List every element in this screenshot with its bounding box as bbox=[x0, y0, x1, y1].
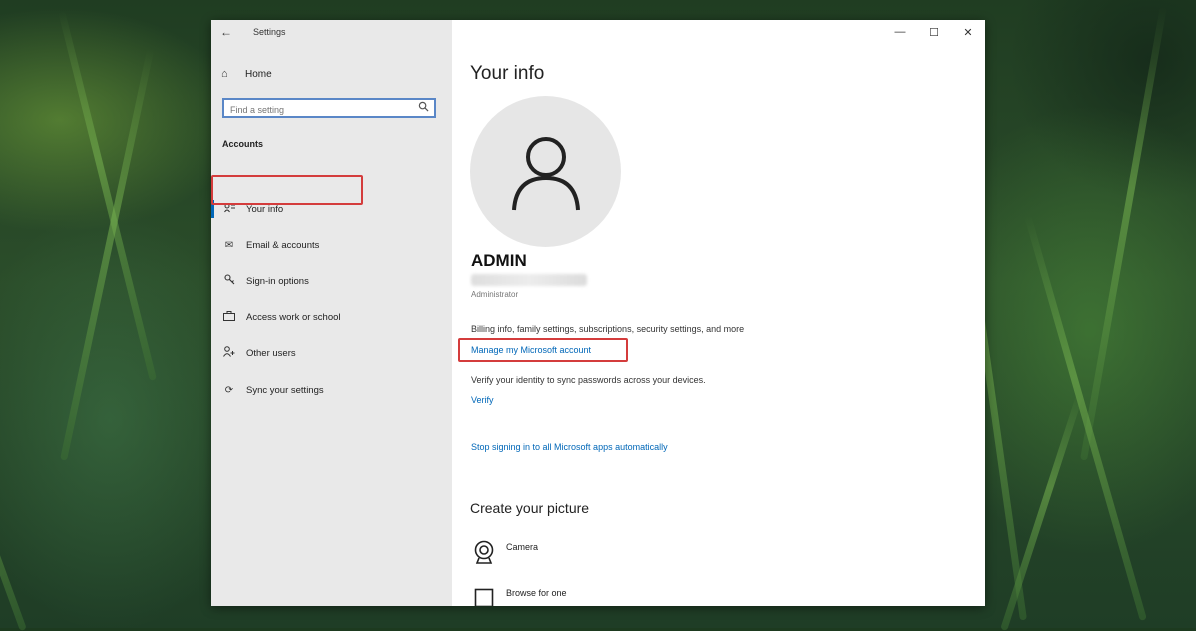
sync-icon: ⟳ bbox=[224, 384, 234, 396]
verify-link[interactable]: Verify bbox=[471, 395, 494, 405]
browse-option[interactable]: Browse for one bbox=[472, 586, 567, 606]
camera-label: Camera bbox=[506, 542, 539, 552]
grass-blade bbox=[60, 48, 155, 461]
grass-blade bbox=[1024, 215, 1147, 621]
blurred-email bbox=[471, 274, 587, 286]
key-icon bbox=[221, 274, 237, 288]
back-button[interactable]: ← bbox=[211, 20, 241, 44]
settings-window: ← Settings ⌂ Home Accounts Your info ✉ E… bbox=[211, 20, 985, 606]
search-icon[interactable] bbox=[418, 101, 429, 115]
grass-blade bbox=[58, 10, 157, 381]
title-bar: ← Settings bbox=[211, 20, 452, 44]
sidebar-item-access-work-school[interactable]: Access work or school bbox=[211, 304, 452, 330]
grass-blade bbox=[1080, 6, 1167, 461]
section-label-accounts: Accounts bbox=[222, 139, 264, 149]
stop-signing-in-link[interactable]: Stop signing in to all Microsoft apps au… bbox=[471, 442, 668, 452]
sidebar-item-sign-in-options[interactable]: Sign-in options bbox=[211, 268, 452, 294]
back-arrow-icon: ← bbox=[220, 25, 232, 39]
sidebar-item-home[interactable]: ⌂ Home bbox=[221, 64, 272, 84]
sidebar-item-other-users[interactable]: Other users bbox=[211, 340, 452, 366]
search-input[interactable] bbox=[224, 102, 410, 118]
briefcase-icon bbox=[221, 310, 237, 324]
sidebar-item-label: Access work or school bbox=[246, 311, 341, 323]
user-name: ADMIN bbox=[471, 251, 527, 270]
sidebar-item-label: Home bbox=[245, 68, 272, 80]
camera-icon bbox=[472, 540, 496, 564]
page-title: Your info bbox=[470, 63, 545, 84]
grass-blade bbox=[1000, 391, 1085, 631]
search-box[interactable] bbox=[222, 98, 436, 118]
user-role: Administrator bbox=[471, 290, 519, 299]
sidebar-item-label: Your info bbox=[246, 203, 284, 215]
create-picture-title: Create your picture bbox=[470, 500, 590, 516]
billing-description: Billing info, family settings, subscript… bbox=[471, 324, 745, 334]
sidebar-item-email-accounts[interactable]: ✉ Email & accounts bbox=[211, 232, 452, 258]
manage-account-link[interactable]: Manage my Microsoft account bbox=[471, 345, 591, 355]
mail-icon: ✉ bbox=[224, 239, 234, 251]
avatar bbox=[470, 96, 621, 247]
main-content: Your info ADMIN Administrator Billing in… bbox=[452, 20, 985, 606]
person-icon bbox=[511, 136, 580, 210]
sidebar: ← Settings ⌂ Home Accounts Your info ✉ E… bbox=[211, 20, 452, 606]
browse-icon bbox=[472, 586, 496, 606]
verify-description: Verify your identity to sync passwords a… bbox=[471, 375, 706, 385]
camera-option[interactable]: Camera bbox=[472, 540, 538, 564]
home-icon: ⌂ bbox=[221, 68, 228, 80]
sidebar-item-label: Email & accounts bbox=[246, 239, 320, 251]
person-card-icon bbox=[221, 203, 237, 216]
sidebar-item-label: Sync your settings bbox=[246, 384, 324, 396]
sidebar-item-label: Sign-in options bbox=[246, 275, 309, 287]
add-person-icon bbox=[221, 346, 237, 360]
app-title: Settings bbox=[253, 27, 286, 37]
sidebar-item-your-info[interactable]: Your info bbox=[211, 196, 452, 222]
browse-label: Browse for one bbox=[506, 588, 567, 598]
sidebar-item-label: Other users bbox=[246, 347, 296, 359]
sidebar-item-sync-settings[interactable]: ⟳ Sync your settings bbox=[211, 377, 452, 403]
grass-blade bbox=[0, 318, 27, 631]
